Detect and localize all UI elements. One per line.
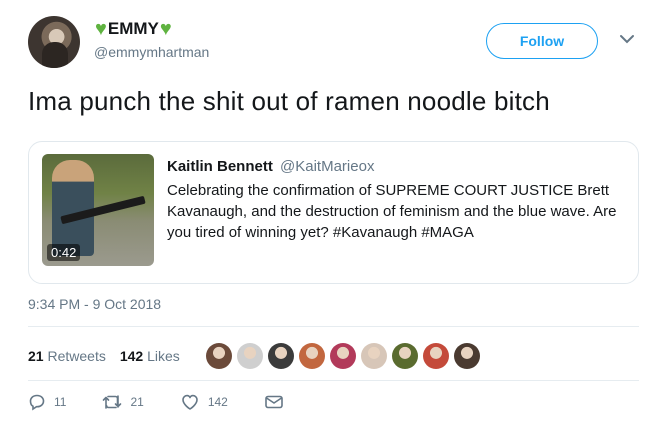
chevron-down-icon[interactable] bbox=[618, 30, 636, 48]
like-count: 142 bbox=[207, 395, 228, 409]
retweet-action[interactable]: 21 bbox=[102, 393, 144, 411]
liker-avatar[interactable] bbox=[391, 343, 418, 369]
quoted-tweet[interactable]: 0:42 Kaitlin Bennett @KaitMarieox Celebr… bbox=[28, 141, 639, 284]
liker-avatar[interactable] bbox=[267, 343, 294, 369]
divider bbox=[28, 380, 639, 381]
reply-count: 11 bbox=[54, 395, 67, 409]
video-thumbnail[interactable]: 0:42 bbox=[42, 154, 154, 266]
likes-stat[interactable]: 142 Likes bbox=[120, 348, 180, 364]
tweet-header: ♥ EMMY ♥ @emmymhartman Follow bbox=[28, 16, 648, 72]
retweet-count: 21 bbox=[130, 395, 144, 409]
quoted-tweet-body: Kaitlin Bennett @KaitMarieox Celebrating… bbox=[167, 157, 627, 243]
like-action[interactable]: 142 bbox=[180, 393, 228, 411]
retweets-stat[interactable]: 21 Retweets bbox=[28, 348, 106, 364]
video-person bbox=[52, 160, 94, 256]
liker-avatar[interactable] bbox=[453, 343, 480, 369]
quoted-author: Kaitlin Bennett @KaitMarieox bbox=[167, 157, 627, 177]
display-name-row[interactable]: ♥ EMMY ♥ bbox=[94, 18, 209, 40]
tweet-stats: 21 Retweets 142 Likes bbox=[28, 338, 485, 374]
retweets-label: Retweets bbox=[47, 348, 106, 364]
avatar[interactable] bbox=[28, 16, 80, 68]
divider bbox=[28, 326, 639, 327]
tweet-timestamp[interactable]: 9:34 PM - 9 Oct 2018 bbox=[28, 296, 161, 312]
reply-icon bbox=[29, 394, 45, 411]
quoted-author-handle[interactable]: @KaitMarieox bbox=[280, 158, 374, 175]
liker-avatar[interactable] bbox=[329, 343, 356, 369]
user-handle[interactable]: @emmymhartman bbox=[94, 44, 209, 60]
tweet-text: Ima punch the shit out of ramen noodle b… bbox=[28, 86, 550, 116]
tweet-actions: 11 21 142 bbox=[28, 393, 328, 411]
green-heart-icon: ♥ bbox=[95, 18, 107, 40]
message-icon bbox=[265, 395, 283, 409]
retweet-icon bbox=[103, 395, 122, 409]
display-name: EMMY bbox=[107, 19, 159, 38]
liker-avatar[interactable] bbox=[422, 343, 449, 369]
user-names: ♥ EMMY ♥ @emmymhartman bbox=[94, 18, 209, 60]
message-action[interactable] bbox=[264, 394, 292, 410]
likes-count: 142 bbox=[119, 348, 144, 364]
liker-avatar[interactable] bbox=[298, 343, 325, 369]
follow-button[interactable]: Follow bbox=[486, 23, 598, 59]
quoted-tweet-text: Celebrating the confirmation of SUPREME … bbox=[167, 182, 617, 241]
likes-label: Likes bbox=[147, 348, 180, 364]
video-duration: 0:42 bbox=[47, 244, 81, 261]
reply-action[interactable]: 11 bbox=[28, 393, 66, 411]
liker-avatars bbox=[205, 343, 485, 369]
retweets-count: 21 bbox=[28, 348, 44, 364]
quoted-author-name[interactable]: Kaitlin Bennett bbox=[167, 158, 273, 175]
liker-avatar[interactable] bbox=[360, 343, 387, 369]
liker-avatar[interactable] bbox=[236, 343, 263, 369]
like-icon bbox=[182, 394, 198, 410]
green-heart-icon: ♥ bbox=[159, 18, 172, 40]
liker-avatar[interactable] bbox=[205, 343, 232, 369]
